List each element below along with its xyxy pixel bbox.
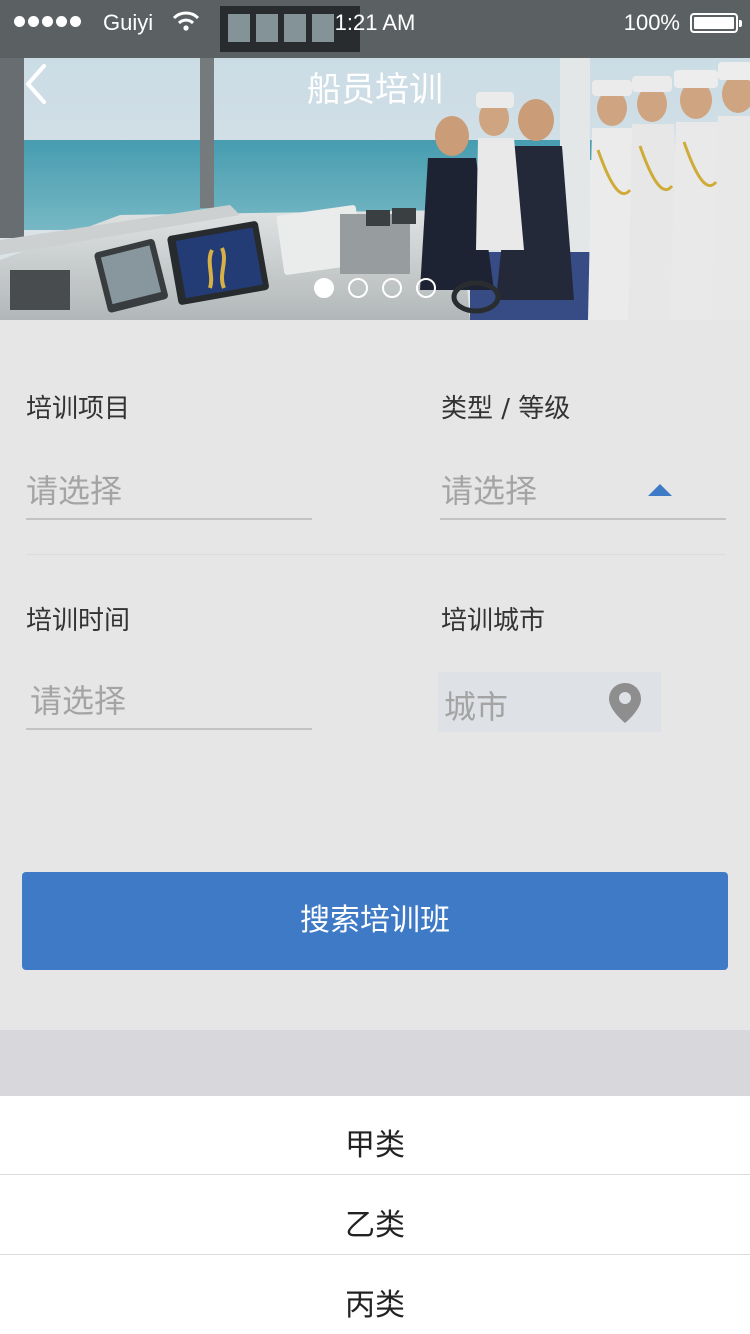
page-dot-2[interactable] [348,278,368,298]
picker-option-b[interactable]: 乙类 [0,1200,750,1244]
type-level-label: 类型 / 等级 [441,394,571,424]
training-item-label: 培训项目 [26,394,131,424]
training-item-select[interactable]: 请选择 [26,466,122,512]
type-picker-sheet: 甲类 乙类 丙类 [0,1096,750,1334]
location-pin-icon[interactable] [608,682,642,724]
search-training-button[interactable]: 搜索培训班 [22,872,728,970]
battery-icon [690,13,742,33]
picker-backdrop[interactable] [0,1030,750,1096]
battery-percent: 100% [623,10,680,35]
type-level-underline [440,518,726,520]
page-dot-3[interactable] [382,278,402,298]
training-time-select[interactable]: 请选择 [30,676,126,722]
training-time-underline [26,728,312,730]
page-dot-1[interactable] [314,278,334,298]
type-level-select[interactable]: 请选择 [441,466,537,512]
form-divider [26,554,726,555]
training-item-underline [26,518,312,520]
bridge-crew-photo [0,0,750,320]
caret-up-icon[interactable] [648,484,672,496]
training-city-label: 培训城市 [441,606,546,636]
hero-banner[interactable]: Guiyi 1:21 AM 100% 船员培训 [0,0,750,320]
banner-page-indicator[interactable] [0,278,750,298]
training-time-label: 培训时间 [26,606,131,636]
picker-divider [0,1174,750,1175]
status-bar: Guiyi 1:21 AM 100% [0,0,750,44]
search-form: 培训项目 请选择 类型 / 等级 请选择 培训时间 请选择 培训城市 城市 搜索… [0,320,750,1030]
city-input[interactable]: 城市 [438,672,661,732]
picker-divider [0,1254,750,1255]
picker-option-a[interactable]: 甲类 [0,1120,750,1164]
page-dot-4[interactable] [416,278,436,298]
city-placeholder: 城市 [444,688,509,726]
picker-option-c[interactable]: 丙类 [0,1280,750,1324]
page-title: 船员培训 [307,70,443,110]
